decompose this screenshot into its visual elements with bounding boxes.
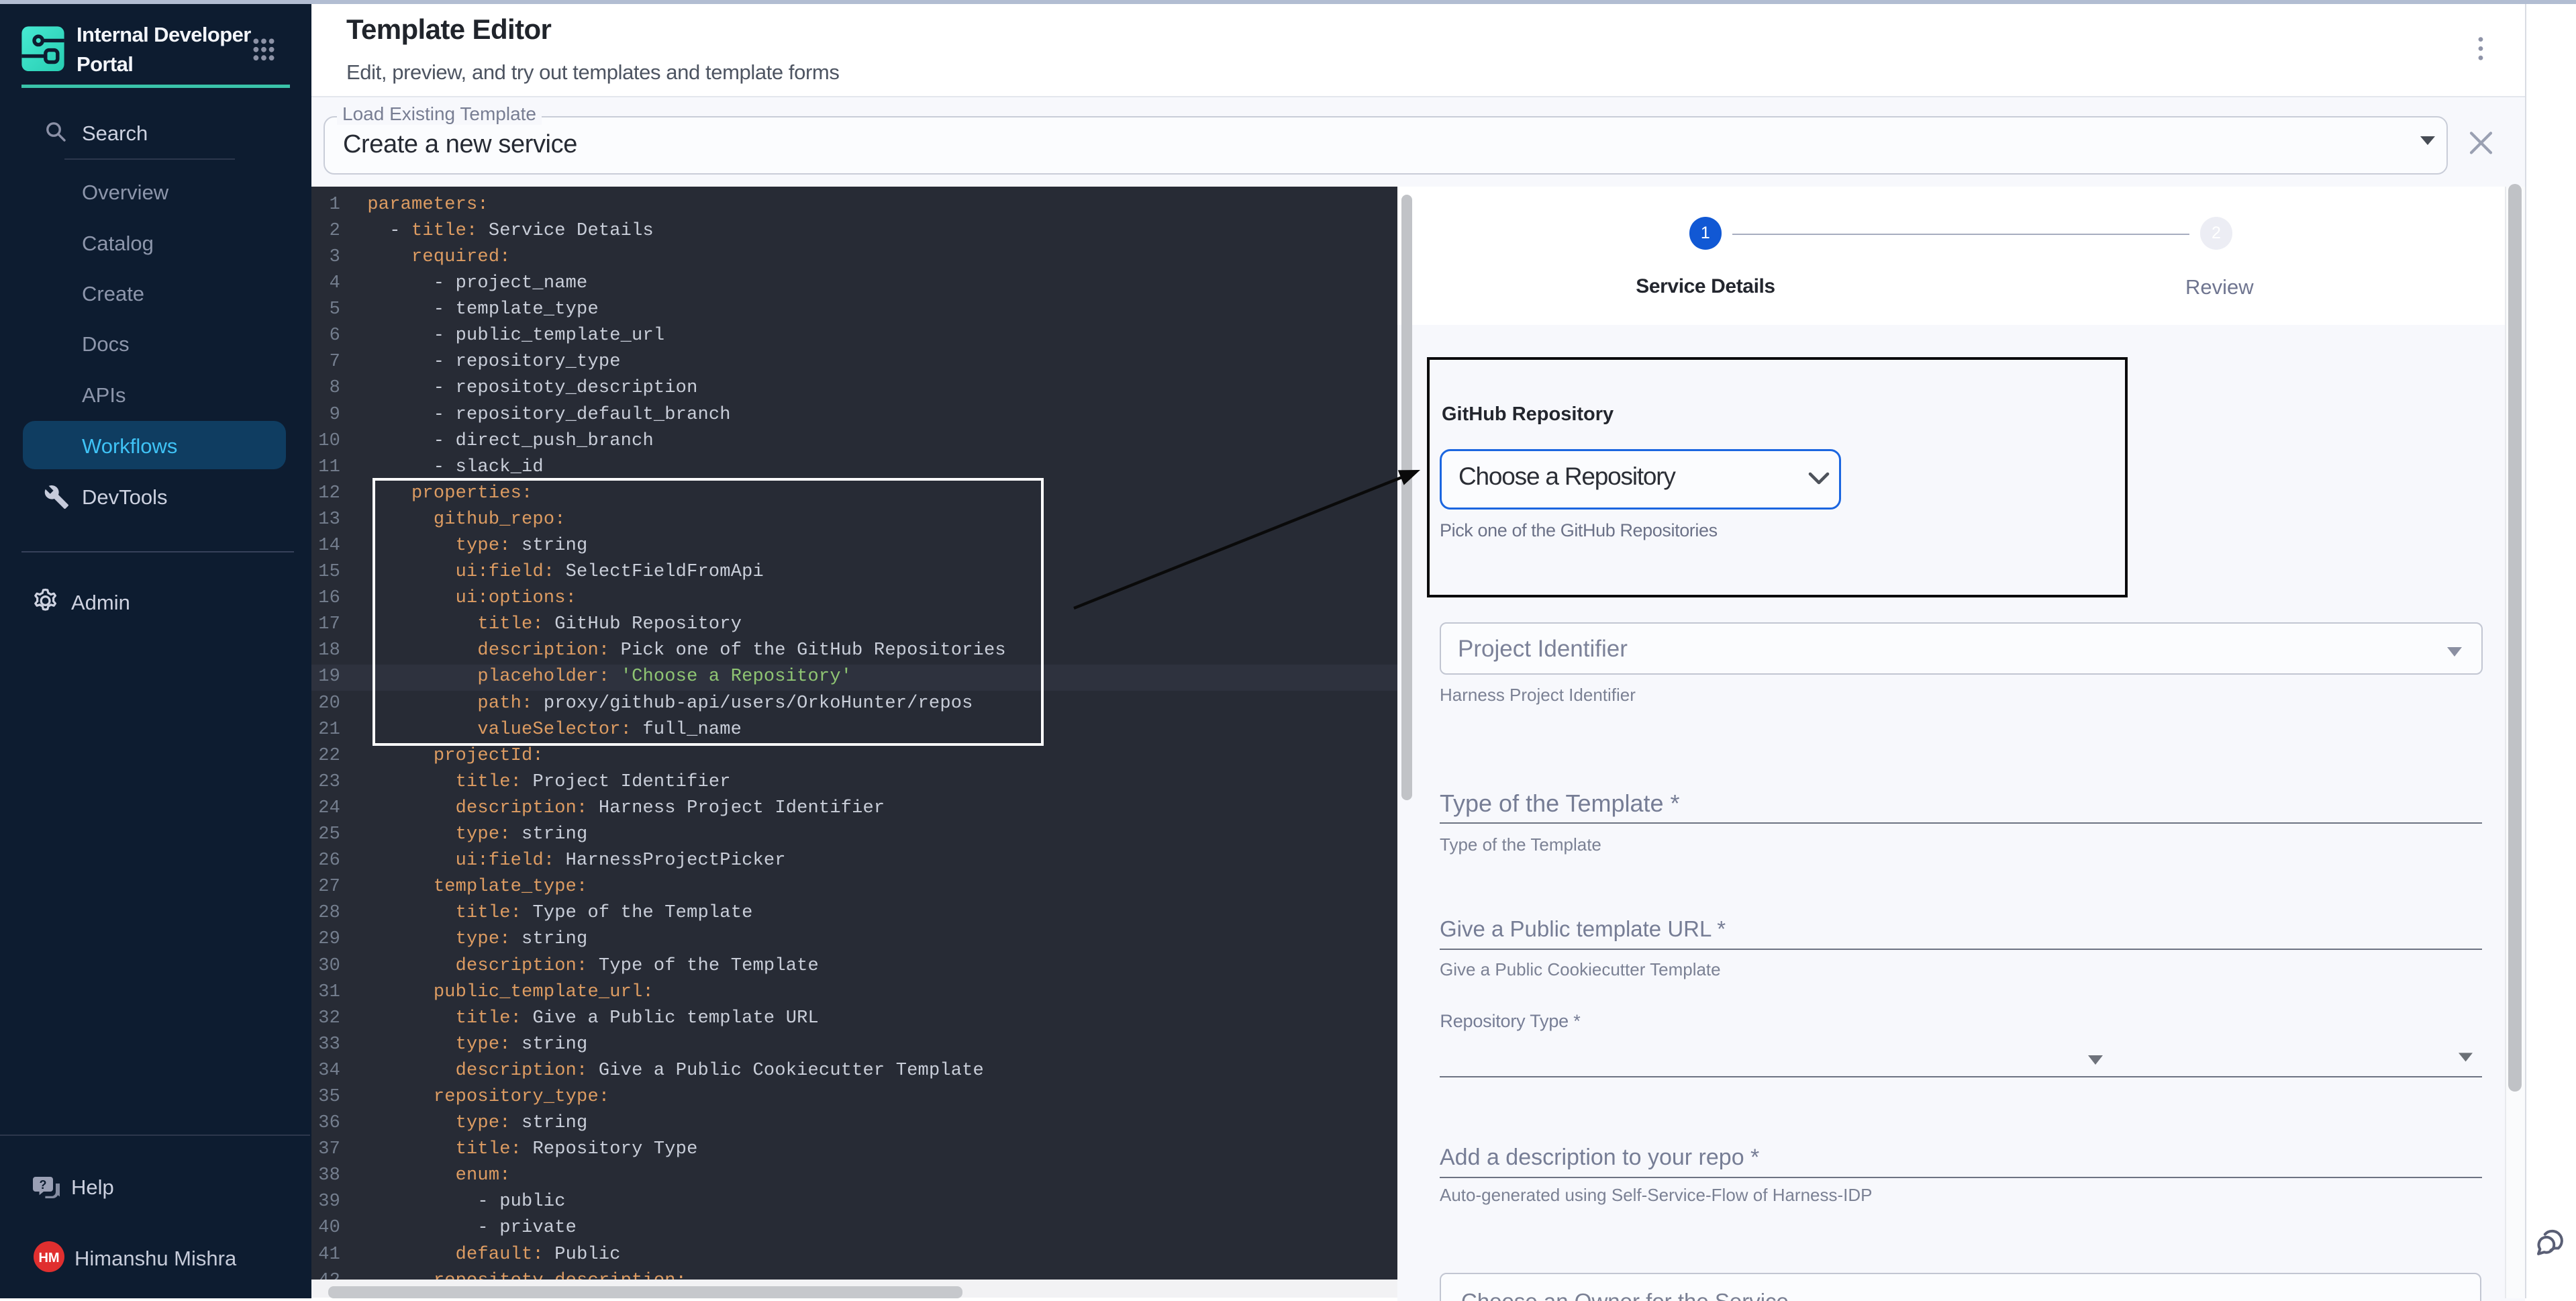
svg-text:HM: HM <box>38 1251 59 1265</box>
svg-text:?: ? <box>40 1178 47 1192</box>
